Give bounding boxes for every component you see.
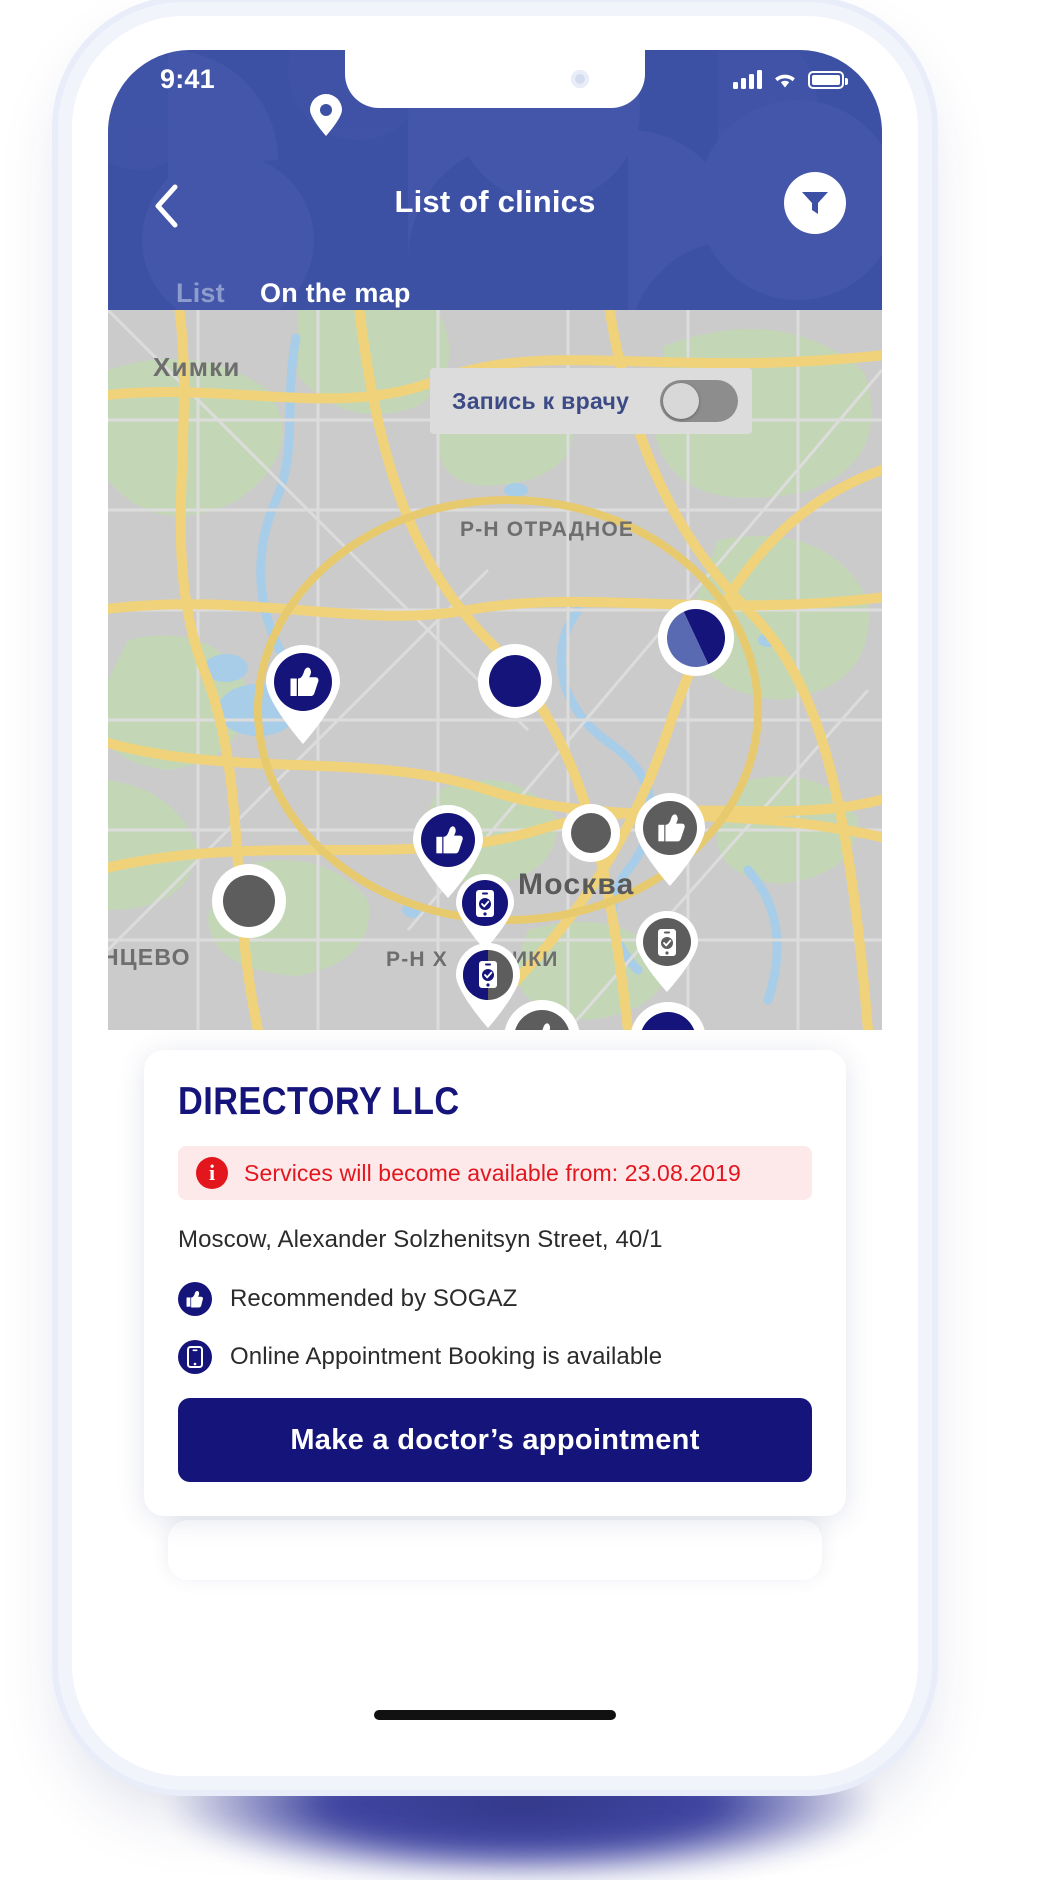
view-tabs: List On the map xyxy=(108,278,882,310)
map-pin-thumbs-up-gray[interactable] xyxy=(630,788,710,888)
map-view[interactable]: Химки Р-Н ОТРАДНОЕ Москва НЦЕВО Р-Н Х ИК… xyxy=(108,310,882,1030)
make-appointment-button[interactable]: Make a doctor’s appointment xyxy=(178,1398,812,1482)
map-pin-thumbs-up[interactable] xyxy=(260,640,346,746)
doctor-appointment-switch[interactable] xyxy=(660,380,738,422)
battery-full-icon xyxy=(808,70,848,89)
map-label-moscow: Москва xyxy=(518,868,635,901)
feature-online-booking: Online Appointment Booking is available xyxy=(178,1340,812,1374)
map-label-rn-kh: Р-Н Х xyxy=(386,948,449,971)
clinic-address: Moscow, Alexander Solzhenitsyn Street, 4… xyxy=(178,1226,663,1253)
page-title: List of clinics xyxy=(394,184,596,219)
make-appointment-label: Make a doctor’s appointment xyxy=(290,1423,700,1456)
map-pin-partial[interactable] xyxy=(656,598,736,678)
thumbs-up-icon xyxy=(178,1282,212,1316)
home-indicator[interactable] xyxy=(374,1710,616,1720)
phone-icon xyxy=(178,1340,212,1374)
map-label-otradnoe: Р-Н ОТРАДНОЕ xyxy=(460,518,635,541)
status-indicators xyxy=(733,70,848,89)
phone-mockup: 9:41 List of clinics List On the map Хим… xyxy=(72,16,918,1776)
feature-recommended-text: Recommended by SOGAZ xyxy=(230,1285,518,1312)
filter-button[interactable] xyxy=(784,172,846,234)
thumbs-up-glyph xyxy=(186,1291,203,1308)
switch-knob xyxy=(663,383,699,419)
map-pin-navy-clipped[interactable] xyxy=(628,1000,708,1030)
map-label-khimki: Химки xyxy=(153,352,241,382)
clinic-name: DIRECTORY LLC xyxy=(178,1080,460,1123)
toggle-label: Запись к врачу xyxy=(452,387,630,414)
tab-list[interactable]: List xyxy=(176,278,225,309)
map-pin-thumbs-up-clipped[interactable] xyxy=(502,998,582,1030)
clinic-detail-card: DIRECTORY LLC i Services will become ava… xyxy=(144,1050,846,1516)
map-pin-online-booking-gray[interactable] xyxy=(632,908,702,994)
doctor-appointment-toggle-panel[interactable]: Запись к врачу xyxy=(430,368,752,434)
phone-screen: 9:41 List of clinics List On the map Хим… xyxy=(108,50,882,1742)
info-icon: i xyxy=(196,1157,228,1189)
app-header: 9:41 List of clinics List On the map xyxy=(108,50,882,310)
next-clinic-card-peek[interactable] xyxy=(168,1520,822,1580)
availability-alert-text: Services will become available from: 23.… xyxy=(244,1159,741,1186)
status-time: 9:41 xyxy=(160,64,215,94)
feature-recommended: Recommended by SOGAZ xyxy=(178,1282,812,1316)
tab-on-the-map[interactable]: On the map xyxy=(260,278,411,309)
wifi-icon xyxy=(775,74,795,88)
filter-funnel-icon xyxy=(802,192,828,214)
feature-online-booking-text: Online Appointment Booking is available xyxy=(230,1343,663,1370)
availability-alert: i Services will become available from: 2… xyxy=(178,1146,812,1200)
cellular-bars-icon xyxy=(733,70,762,89)
map-pin-plain-gray-left[interactable] xyxy=(210,862,288,940)
map-pin-plain-gray-mid[interactable] xyxy=(560,802,622,864)
status-bar: 9:41 xyxy=(108,50,882,108)
map-pin-plain-navy[interactable] xyxy=(476,642,554,720)
map-label-ntsevo: НЦЕВО xyxy=(108,944,191,970)
phone-glyph xyxy=(187,1346,203,1368)
